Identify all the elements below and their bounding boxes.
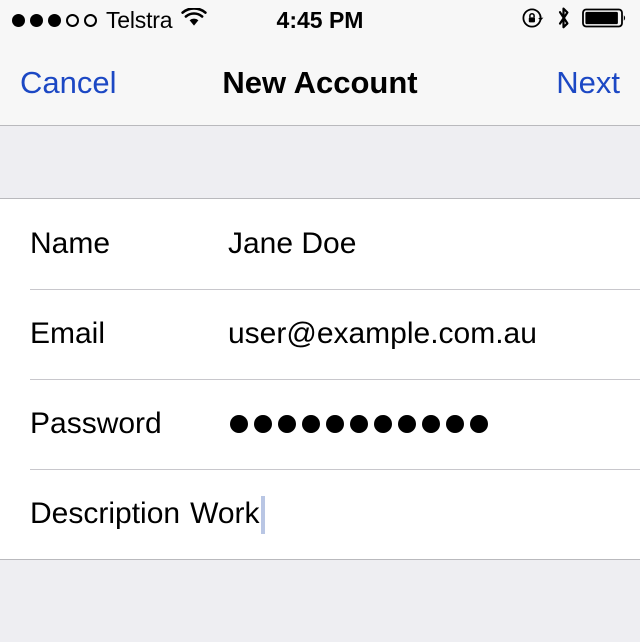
name-input[interactable]: Jane Doe <box>228 227 356 261</box>
clock-label: 4:45 PM <box>276 6 364 33</box>
password-bullet <box>398 415 416 433</box>
wifi-icon <box>181 6 208 33</box>
iphone-screen: Telstra 4:45 PM Cancel New Account Next … <box>0 0 640 642</box>
form-row-name[interactable]: Name Jane Doe <box>0 199 640 289</box>
carrier-label: Telstra <box>106 6 173 33</box>
status-bar-right <box>521 6 628 35</box>
description-label: Description <box>30 497 181 530</box>
password-bullet <box>374 415 392 433</box>
section-spacer-top <box>0 126 640 199</box>
email-label: Email <box>30 317 106 350</box>
navigation-bar: Cancel New Account Next <box>0 40 640 126</box>
password-label: Password <box>30 407 162 440</box>
rotation-lock-icon <box>521 6 545 35</box>
password-bullet <box>422 415 440 433</box>
name-label: Name <box>30 227 111 260</box>
signal-dot-filled <box>12 13 25 27</box>
account-form-group: Name Jane Doe Email user@example.com.au … <box>0 199 640 559</box>
battery-icon <box>582 7 628 34</box>
description-input[interactable]: Work <box>190 497 259 531</box>
password-bullet <box>326 415 344 433</box>
password-bullet <box>350 415 368 433</box>
next-button[interactable]: Next <box>556 65 620 101</box>
password-bullet <box>470 415 488 433</box>
section-spacer-bottom <box>0 559 640 642</box>
password-bullet <box>302 415 320 433</box>
email-input[interactable]: user@example.com.au <box>228 317 537 351</box>
password-bullet <box>446 415 464 433</box>
password-bullet <box>230 415 248 433</box>
form-row-email[interactable]: Email user@example.com.au <box>0 289 640 379</box>
page-title: New Account <box>222 64 418 100</box>
form-row-password[interactable]: Password <box>0 379 640 469</box>
signal-dot-empty <box>84 13 97 27</box>
password-input[interactable] <box>230 415 488 433</box>
status-bar-left: Telstra <box>12 6 208 34</box>
signal-dot-filled <box>30 13 43 27</box>
password-bullet <box>254 415 272 433</box>
cellular-signal-icon <box>12 13 97 27</box>
form-row-description[interactable]: Description Work <box>0 469 640 559</box>
password-bullet <box>278 415 296 433</box>
bluetooth-icon <box>555 6 572 35</box>
text-cursor <box>260 496 265 534</box>
signal-dot-empty <box>66 13 79 27</box>
status-bar: Telstra 4:45 PM <box>0 0 640 40</box>
signal-dot-filled <box>48 13 61 27</box>
